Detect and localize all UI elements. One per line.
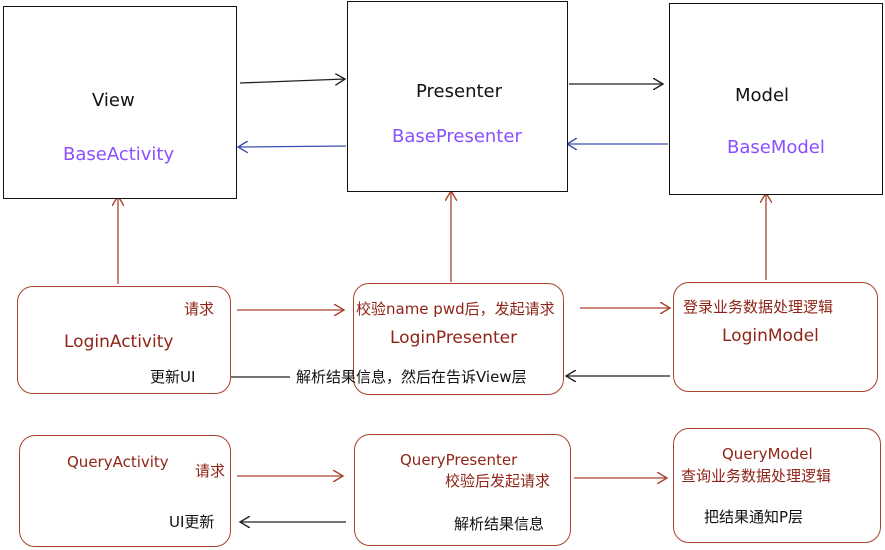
loginpresenter-name: LoginPresenter (390, 328, 518, 348)
queryactivity-name: QueryActivity (67, 453, 169, 471)
querymodel-name: QueryModel (722, 445, 813, 463)
presenter-title: Presenter (416, 81, 503, 102)
querypresenter-request-label: 校验后发起请求 (445, 472, 551, 490)
model-base-label: BaseModel (727, 137, 825, 158)
arrow-presenter-to-view (238, 146, 347, 147)
view-base-label: BaseActivity (63, 144, 175, 165)
querymodel-notify-label: 把结果通知P层 (704, 508, 804, 526)
view-title: View (92, 90, 135, 111)
presenter-base-label: BasePresenter (392, 126, 522, 147)
query-request-label: 请求 (195, 462, 226, 480)
login-request-label: 请求 (184, 300, 215, 318)
query-update-ui-label: UI更新 (169, 513, 215, 531)
loginpresenter-response-label: 解析结果信息，然后在告诉View层 (296, 368, 527, 386)
querypresenter-response-label: 解析结果信息 (454, 515, 545, 533)
model-title: Model (735, 85, 790, 106)
loginactivity-name: LoginActivity (64, 332, 174, 352)
querymodel-logic-label: 查询业务数据处理逻辑 (681, 467, 832, 485)
querypresenter-name: QueryPresenter (400, 451, 518, 469)
loginmodel-logic-label: 登录业务数据处理逻辑 (683, 298, 834, 316)
loginpresenter-request-label: 校验name pwd后，发起请求 (356, 300, 555, 318)
loginmodel-name: LoginModel (722, 326, 819, 346)
arrow-view-to-presenter (239, 79, 345, 83)
login-update-ui-label: 更新UI (150, 368, 196, 386)
